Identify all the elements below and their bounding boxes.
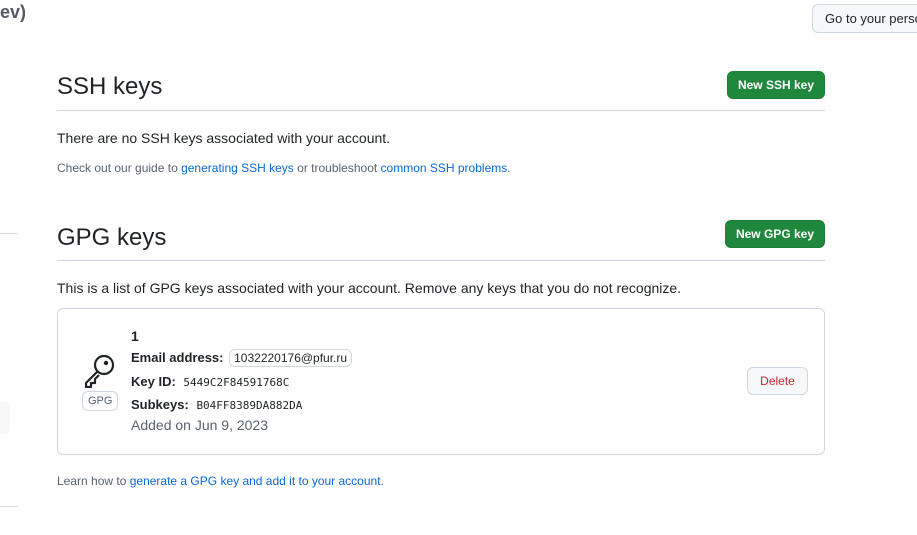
gpg-key-name: 1 <box>131 328 139 344</box>
ssh-guide-suffix: . <box>507 161 511 175</box>
gpg-description: This is a list of GPG keys associated wi… <box>57 280 682 296</box>
delete-gpg-key-button[interactable]: Delete <box>747 367 808 395</box>
page-title-fragment: ev) <box>0 2 27 22</box>
gpg-keys-header: GPG keys New GPG key <box>57 218 825 261</box>
gpg-key-email-row: Email address: 1032220176@pfur.ru <box>131 349 353 367</box>
new-gpg-key-button[interactable]: New GPG key <box>725 220 825 248</box>
key-id-value: 5449C2F84591768C <box>183 376 290 389</box>
gpg-badge: GPG <box>82 391 119 411</box>
ssh-keys-title: SSH keys <box>57 73 163 100</box>
gpg-key-item: GPG 1 Email address: 1032220176@pfur.ru … <box>57 308 825 455</box>
ssh-guide-middle: or troubleshoot <box>293 161 381 175</box>
gpg-learn-suffix: . <box>380 474 384 488</box>
gpg-subkeys-row: Subkeys: B04FF8389DA882DA <box>131 397 302 412</box>
sidebar-divider <box>0 233 18 234</box>
email-label: Email address: <box>131 350 224 365</box>
subkeys-label: Subkeys: <box>131 397 189 412</box>
sidebar-active-item[interactable] <box>0 402 10 434</box>
gpg-keys-title: GPG keys <box>57 224 167 251</box>
generating-ssh-keys-link[interactable]: generating SSH keys <box>181 161 294 175</box>
key-added-date: Added on Jun 9, 2023 <box>131 417 269 433</box>
key-id-label: Key ID: <box>131 374 176 389</box>
ssh-keys-header: SSH keys New SSH key <box>57 68 825 111</box>
ssh-guide-prefix: Check out our guide to <box>57 161 182 175</box>
sidebar-divider <box>0 506 18 507</box>
subkeys-value: B04FF8389DA882DA <box>196 399 303 412</box>
ssh-empty-message: There are no SSH keys associated with yo… <box>57 130 391 146</box>
ssh-guide-note: Check out our guide to generating SSH ke… <box>57 161 511 175</box>
gpg-learn-note: Learn how to generate a GPG key and add … <box>57 474 384 488</box>
email-value: 1032220176@pfur.ru <box>229 349 353 367</box>
go-to-personal-profile-button[interactable]: Go to your personal profile <box>812 4 917 33</box>
gpg-key-id-row: Key ID: 5449C2F84591768C <box>131 374 289 389</box>
new-ssh-key-button[interactable]: New SSH key <box>727 71 825 99</box>
generate-gpg-key-link[interactable]: generate a GPG key and add it to your ac… <box>130 474 381 488</box>
gpg-learn-prefix: Learn how to <box>57 474 130 488</box>
key-icon <box>84 354 115 388</box>
common-ssh-problems-link[interactable]: common SSH problems <box>381 161 508 175</box>
